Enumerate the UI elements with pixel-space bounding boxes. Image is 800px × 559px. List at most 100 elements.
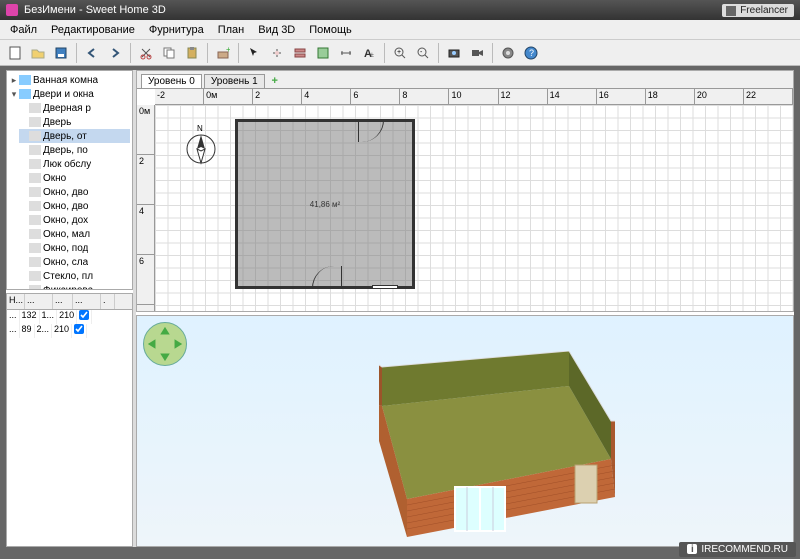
item-icon xyxy=(29,201,41,211)
furniture-row[interactable]: ... 89 2... 210 xyxy=(7,324,132,338)
add-furniture-icon[interactable]: + xyxy=(212,42,234,64)
svg-text:-: - xyxy=(420,49,423,56)
wall-icon[interactable] xyxy=(289,42,311,64)
furniture-visible-checkbox[interactable] xyxy=(74,324,84,334)
new-icon[interactable] xyxy=(4,42,26,64)
plan-grid[interactable]: N 41,86 м² xyxy=(155,105,793,311)
item-icon xyxy=(29,187,41,197)
open-icon[interactable] xyxy=(27,42,49,64)
furniture-list[interactable]: Н... ... ... ... . ... 132 1... 210 ... … xyxy=(6,293,133,547)
paste-icon[interactable] xyxy=(181,42,203,64)
right-column: Уровень 0 Уровень 1 + -20м24681012141618… xyxy=(136,70,794,547)
create-photo-icon[interactable] xyxy=(443,42,465,64)
view-3d-panel[interactable] xyxy=(136,315,794,547)
menubar: Файл Редактирование Фурнитура План Вид 3… xyxy=(0,20,800,40)
furniture-row[interactable]: ... 132 1... 210 xyxy=(7,310,132,324)
svg-text:±: ± xyxy=(370,52,374,59)
catalog-item[interactable]: Окно, мал xyxy=(19,227,130,241)
svg-text:+: + xyxy=(226,46,230,54)
item-icon xyxy=(29,145,41,155)
menu-furniture[interactable]: Фурнитура xyxy=(143,22,210,38)
catalog-item[interactable]: Дверь, от xyxy=(19,129,130,143)
create-video-icon[interactable] xyxy=(466,42,488,64)
zoom-in-icon[interactable]: + xyxy=(389,42,411,64)
catalog-item[interactable]: Окно, дво xyxy=(19,185,130,199)
item-icon xyxy=(29,131,41,141)
left-column: ▸ Ванная комна ▾ Двери и окна Дверная рД… xyxy=(6,70,136,547)
expand-icon[interactable]: ▸ xyxy=(9,75,19,86)
item-icon xyxy=(29,159,41,169)
furniture-catalog[interactable]: ▸ Ванная комна ▾ Двери и окна Дверная рД… xyxy=(6,70,133,290)
help-icon[interactable]: ? xyxy=(520,42,542,64)
app-icon xyxy=(6,4,18,16)
item-icon xyxy=(29,173,41,183)
text-icon[interactable]: A± xyxy=(358,42,380,64)
pan-icon[interactable] xyxy=(266,42,288,64)
room-area-label: 41,86 м² xyxy=(238,200,412,209)
room-icon[interactable] xyxy=(312,42,334,64)
add-level-button[interactable]: + xyxy=(267,74,283,88)
catalog-item[interactable]: Дверь xyxy=(19,115,130,129)
menu-edit[interactable]: Редактирование xyxy=(45,22,141,38)
item-icon xyxy=(29,215,41,225)
menu-help[interactable]: Помощь xyxy=(303,22,358,38)
zoom-out-icon[interactable]: - xyxy=(412,42,434,64)
house-3d-model[interactable] xyxy=(337,351,647,544)
svg-text:?: ? xyxy=(529,48,534,58)
tab-level-1[interactable]: Уровень 1 xyxy=(204,74,265,88)
collapse-icon[interactable]: ▾ xyxy=(9,89,19,100)
plan-canvas[interactable]: -20м246810121416182022 0м246 N 41,86 м² xyxy=(137,89,793,311)
plan-panel: Уровень 0 Уровень 1 + -20м24681012141618… xyxy=(136,70,794,312)
dimension-icon[interactable] xyxy=(335,42,357,64)
item-icon xyxy=(29,103,41,113)
undo-icon[interactable] xyxy=(81,42,103,64)
plan-tabs: Уровень 0 Уровень 1 + xyxy=(137,71,793,89)
window-symbol[interactable] xyxy=(372,285,398,289)
svg-text:N: N xyxy=(197,124,203,133)
window-title: БезИмени - Sweet Home 3D xyxy=(24,4,722,16)
furniture-list-header: Н... ... ... ... . xyxy=(7,294,132,310)
nav-3d-control[interactable] xyxy=(143,322,187,366)
preferences-icon[interactable] xyxy=(497,42,519,64)
folder-icon xyxy=(19,89,31,99)
room-shape[interactable]: 41,86 м² xyxy=(235,119,415,289)
catalog-item[interactable]: Окно, сла xyxy=(19,255,130,269)
svg-text:+: + xyxy=(397,49,401,56)
menu-plan[interactable]: План xyxy=(212,22,251,38)
catalog-item[interactable]: Окно, дво xyxy=(19,199,130,213)
catalog-item[interactable]: Окно, дох xyxy=(19,213,130,227)
menu-view3d[interactable]: Вид 3D xyxy=(252,22,301,38)
item-icon xyxy=(29,257,41,267)
horizontal-ruler: -20м246810121416182022 xyxy=(155,89,793,105)
tab-level-0[interactable]: Уровень 0 xyxy=(141,74,202,88)
catalog-item[interactable]: Стекло, пл xyxy=(19,269,130,283)
titlebar: БезИмени - Sweet Home 3D Freelancer xyxy=(0,0,800,20)
catalog-item[interactable]: Окно, под xyxy=(19,241,130,255)
menu-file[interactable]: Файл xyxy=(4,22,43,38)
compass-icon[interactable]: N xyxy=(183,123,219,167)
watermark: iIRECOMMEND.RU xyxy=(679,542,796,557)
freelancer-badge: Freelancer xyxy=(722,4,794,17)
furniture-visible-checkbox[interactable] xyxy=(79,310,89,320)
catalog-category-bathroom[interactable]: ▸ Ванная комна xyxy=(9,73,130,87)
door-symbol[interactable] xyxy=(358,120,384,142)
vertical-ruler: 0м246 xyxy=(137,105,155,311)
item-icon xyxy=(29,117,41,127)
catalog-item[interactable]: Окно xyxy=(19,171,130,185)
folder-icon xyxy=(19,75,31,85)
main-area: ▸ Ванная комна ▾ Двери и окна Дверная рД… xyxy=(0,66,800,559)
door-symbol[interactable] xyxy=(312,266,342,288)
copy-icon[interactable] xyxy=(158,42,180,64)
item-icon xyxy=(29,229,41,239)
select-icon[interactable] xyxy=(243,42,265,64)
catalog-item[interactable]: Люк обслу xyxy=(19,157,130,171)
catalog-item[interactable]: Дверь, по xyxy=(19,143,130,157)
catalog-item[interactable]: Дверная р xyxy=(19,101,130,115)
item-icon xyxy=(29,285,41,290)
cut-icon[interactable] xyxy=(135,42,157,64)
catalog-item[interactable]: Фиксирова xyxy=(19,283,130,290)
save-icon[interactable] xyxy=(50,42,72,64)
redo-icon[interactable] xyxy=(104,42,126,64)
item-icon xyxy=(29,271,41,281)
catalog-category-doors-windows[interactable]: ▾ Двери и окна xyxy=(9,87,130,101)
